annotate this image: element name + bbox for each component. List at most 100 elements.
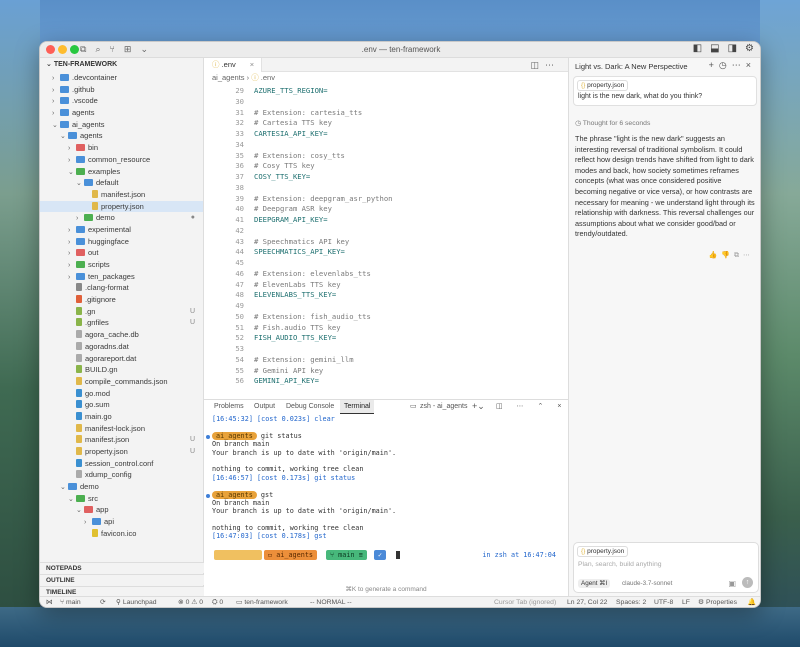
tab-env[interactable]: ⓘ .env × (204, 58, 262, 72)
code-text: AZURE_TTS_REGION= (254, 86, 328, 95)
tree-file[interactable]: BUILD.gn (40, 364, 203, 376)
tree-folder[interactable]: ⌄ app (40, 504, 203, 516)
tree-file[interactable]: go.mod (40, 388, 203, 400)
indentation[interactable]: Spaces: 2 (616, 597, 646, 607)
tree-file[interactable]: manifest.json (40, 189, 203, 201)
thought-indicator[interactable]: ◷ Thought for 6 seconds (575, 119, 650, 127)
tree-folder[interactable]: › demo ● (40, 212, 203, 224)
tree-folder[interactable]: ⌄ demo (40, 481, 203, 493)
tree-folder[interactable]: › ten_packages (40, 271, 203, 283)
send-icon[interactable]: ↑ (742, 577, 753, 588)
tree-folder[interactable]: › bin (40, 142, 203, 154)
copy-icon[interactable]: ⧉ (734, 252, 743, 259)
section-outline[interactable]: OUTLINE (40, 574, 204, 585)
tree-folder[interactable]: ⌄ ai_agents (40, 119, 203, 131)
model-selector[interactable]: claude-3.7-sonnet (622, 580, 672, 587)
section-notepads[interactable]: NOTEPADS (40, 562, 204, 573)
tree-folder[interactable]: › out (40, 247, 203, 259)
chat-title: Light vs. Dark: A New Perspective (575, 62, 688, 71)
tab-problems[interactable]: Problems (214, 400, 244, 413)
more-actions-icon[interactable]: ⋯ (545, 60, 560, 70)
history-icon[interactable]: ◷ (719, 60, 732, 70)
thumbs-down-icon[interactable]: 👎 (721, 252, 734, 259)
tab-terminal[interactable]: Terminal (340, 400, 375, 414)
tree-file[interactable]: main.go (40, 411, 203, 423)
settings-gear-icon[interactable]: ⚙ (745, 43, 754, 54)
sync-icon[interactable]: ⟳ (100, 597, 106, 607)
split-editor-icon[interactable]: ◫ (530, 60, 545, 70)
launchpad-button[interactable]: ⚲ Launchpad (116, 597, 157, 607)
tree-folder[interactable]: ⌄ agents (40, 130, 203, 142)
tree-file[interactable]: .clang-format (40, 282, 203, 294)
remote-icon[interactable]: ⋈ (46, 597, 53, 607)
image-attach-icon[interactable]: ▣ (728, 579, 736, 588)
tree-file[interactable]: favicon.ico (40, 528, 203, 540)
tree-folder[interactable]: › common_resource (40, 154, 203, 166)
toggle-sidebar-icon[interactable]: ◧ (693, 43, 702, 54)
toggle-chat-icon[interactable]: ◨ (728, 43, 737, 54)
tree-folder[interactable]: › huggingface (40, 236, 203, 248)
explorer-header[interactable]: ⌄ TEN-FRAMEWORK (40, 58, 203, 72)
agent-mode-selector[interactable]: Agent ⌘I (578, 579, 611, 588)
new-terminal-icon[interactable]: +⌄ (472, 400, 485, 413)
tree-file[interactable]: .gn U (40, 306, 203, 318)
language-mode[interactable]: ⚙ Properties (698, 597, 737, 607)
project-indicator[interactable]: ▭ ten-framework (236, 597, 288, 607)
problems-indicator[interactable]: ⊗ 0 ⚠ 0 (178, 597, 203, 607)
tree-folder[interactable]: › scripts (40, 259, 203, 271)
cursor-position[interactable]: Ln 27, Col 22 (567, 597, 607, 607)
tree-file[interactable]: property.json (40, 200, 203, 213)
tree-item-label: manifest.json (85, 435, 130, 445)
tree-file[interactable]: agoradns.dat (40, 341, 203, 353)
tab-debug-console[interactable]: Debug Console (286, 400, 334, 413)
input-context-chip[interactable]: {} property.json (577, 546, 629, 557)
toggle-panel-icon[interactable]: ⬓ (710, 43, 719, 54)
tree-file[interactable]: xdump_config (40, 469, 203, 481)
tree-file[interactable]: go.sum (40, 399, 203, 411)
tree-file[interactable]: compile_commands.json (40, 376, 203, 388)
file-icon (76, 411, 82, 420)
tree-file[interactable]: .gnfiles U (40, 317, 203, 329)
more-icon[interactable]: ⋯ (743, 252, 754, 259)
new-chat-icon[interactable]: + (709, 60, 719, 70)
generate-command-hint[interactable]: ⌘K to generate a command (204, 585, 568, 593)
chat-input-box[interactable]: {} property.json Plan, search, build any… (573, 542, 759, 593)
tree-folder[interactable]: › api (40, 516, 203, 528)
end-of-line[interactable]: LF (682, 597, 690, 607)
tree-file[interactable]: agora_cache.db (40, 329, 203, 341)
user-message[interactable]: {} property.json light is the new dark, … (573, 76, 757, 106)
branch-indicator[interactable]: ⑂ main (60, 597, 81, 607)
tab-output[interactable]: Output (254, 400, 275, 413)
tree-folder[interactable]: ⌄ examples (40, 166, 203, 178)
command-marker-icon[interactable] (206, 434, 210, 439)
tree-file[interactable]: session_control.conf (40, 458, 203, 470)
ports-indicator[interactable]: ⛭ 0 (212, 597, 223, 607)
tree-file[interactable]: agorareport.dat (40, 353, 203, 365)
thumbs-up-icon[interactable]: 👍 (709, 252, 722, 259)
tree-file[interactable]: .gitignore (40, 294, 203, 306)
tree-folder[interactable]: ⌄ default (40, 177, 203, 189)
tree-folder[interactable]: › .vscode (40, 95, 203, 107)
tree-folder[interactable]: › agents (40, 107, 203, 119)
terminal-selector[interactable]: zsh - ai_agents (420, 400, 467, 413)
terminal-output[interactable]: [16:45:32] [cost 0.023s] clear ai_agents … (206, 415, 562, 541)
tree-file[interactable]: property.json U (40, 446, 203, 458)
tree-folder[interactable]: › experimental (40, 224, 203, 236)
close-tab-icon[interactable]: × (250, 60, 254, 69)
context-chip[interactable]: {} property.json (577, 80, 629, 91)
close-icon[interactable]: × (746, 60, 756, 70)
notifications-icon[interactable]: 🔔 (748, 597, 756, 607)
panel-actions[interactable]: ◫ ⋯ ⌃ × (496, 400, 567, 413)
tree-folder[interactable]: › .devcontainer (40, 72, 203, 84)
chat-input[interactable]: Plan, search, build anything (578, 561, 662, 568)
command-marker-icon[interactable] (206, 493, 210, 498)
more-icon[interactable]: ⋯ (732, 60, 746, 70)
tree-file[interactable]: manifest.json U (40, 434, 203, 446)
tree-folder[interactable]: › .github (40, 84, 203, 96)
cursor-tab-status[interactable]: Cursor Tab (ignored) (494, 597, 556, 607)
tree-file[interactable]: manifest-lock.json (40, 423, 203, 435)
code-editor[interactable]: 29 AZURE_TTS_REGION= 30 31 # Extension: cart… (204, 86, 568, 392)
git-status-badge: ● (190, 214, 195, 222)
encoding[interactable]: UTF-8 (654, 597, 673, 607)
tree-folder[interactable]: ⌄ src (40, 493, 203, 505)
